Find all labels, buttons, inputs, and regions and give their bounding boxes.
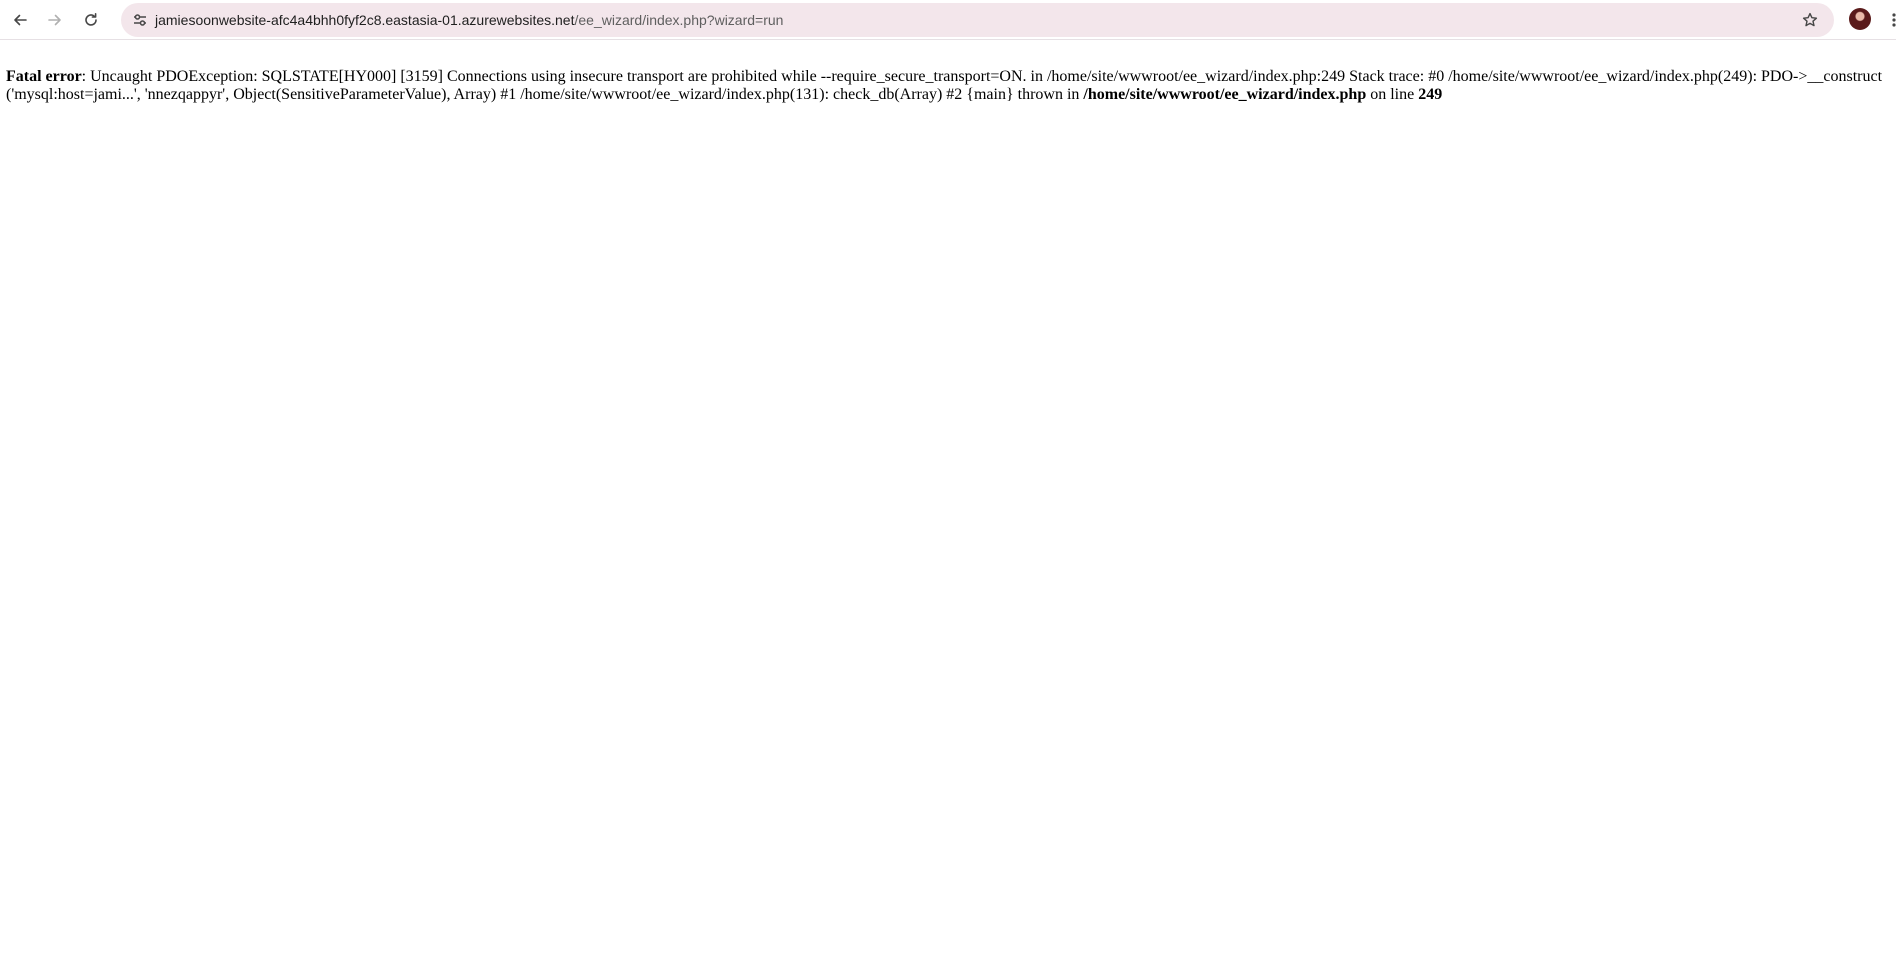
site-info-button[interactable] xyxy=(126,6,154,34)
arrow-left-icon xyxy=(14,14,27,26)
url-domain: jamiesoonwebsite-afc4a4bhh0fyf2c8.eastas… xyxy=(155,12,575,28)
error-line-number: 249 xyxy=(1418,86,1443,103)
reload-icon xyxy=(85,13,97,26)
url-text[interactable]: jamiesoonwebsite-afc4a4bhh0fyf2c8.eastas… xyxy=(155,3,783,37)
browser-menu-button[interactable] xyxy=(1884,4,1896,36)
url-path: /ee_wizard/index.php?wizard=run xyxy=(574,12,784,28)
error-file: /home/site/wwwroot/ee_wizard/index.php xyxy=(1083,86,1367,103)
browser-toolbar: jamiesoonwebsite-afc4a4bhh0fyf2c8.eastas… xyxy=(0,0,1896,40)
reload-button[interactable] xyxy=(75,4,107,36)
tune-icon xyxy=(134,14,146,26)
star-icon xyxy=(1802,12,1818,27)
back-button[interactable] xyxy=(4,4,36,36)
address-bar[interactable]: jamiesoonwebsite-afc4a4bhh0fyf2c8.eastas… xyxy=(121,3,1834,37)
forward-button[interactable] xyxy=(39,4,71,36)
error-message: : Uncaught PDOException: SQLSTATE[HY000]… xyxy=(6,68,1883,103)
bookmark-button[interactable] xyxy=(1796,6,1824,34)
php-error-message: Fatal error: Uncaught PDOException: SQLS… xyxy=(6,68,1890,104)
more-vertical-icon xyxy=(1892,13,1896,27)
profile-avatar[interactable] xyxy=(1849,8,1871,30)
arrow-right-icon xyxy=(48,14,61,26)
error-label: Fatal error xyxy=(6,68,82,85)
error-line-prefix: on line xyxy=(1366,86,1419,103)
